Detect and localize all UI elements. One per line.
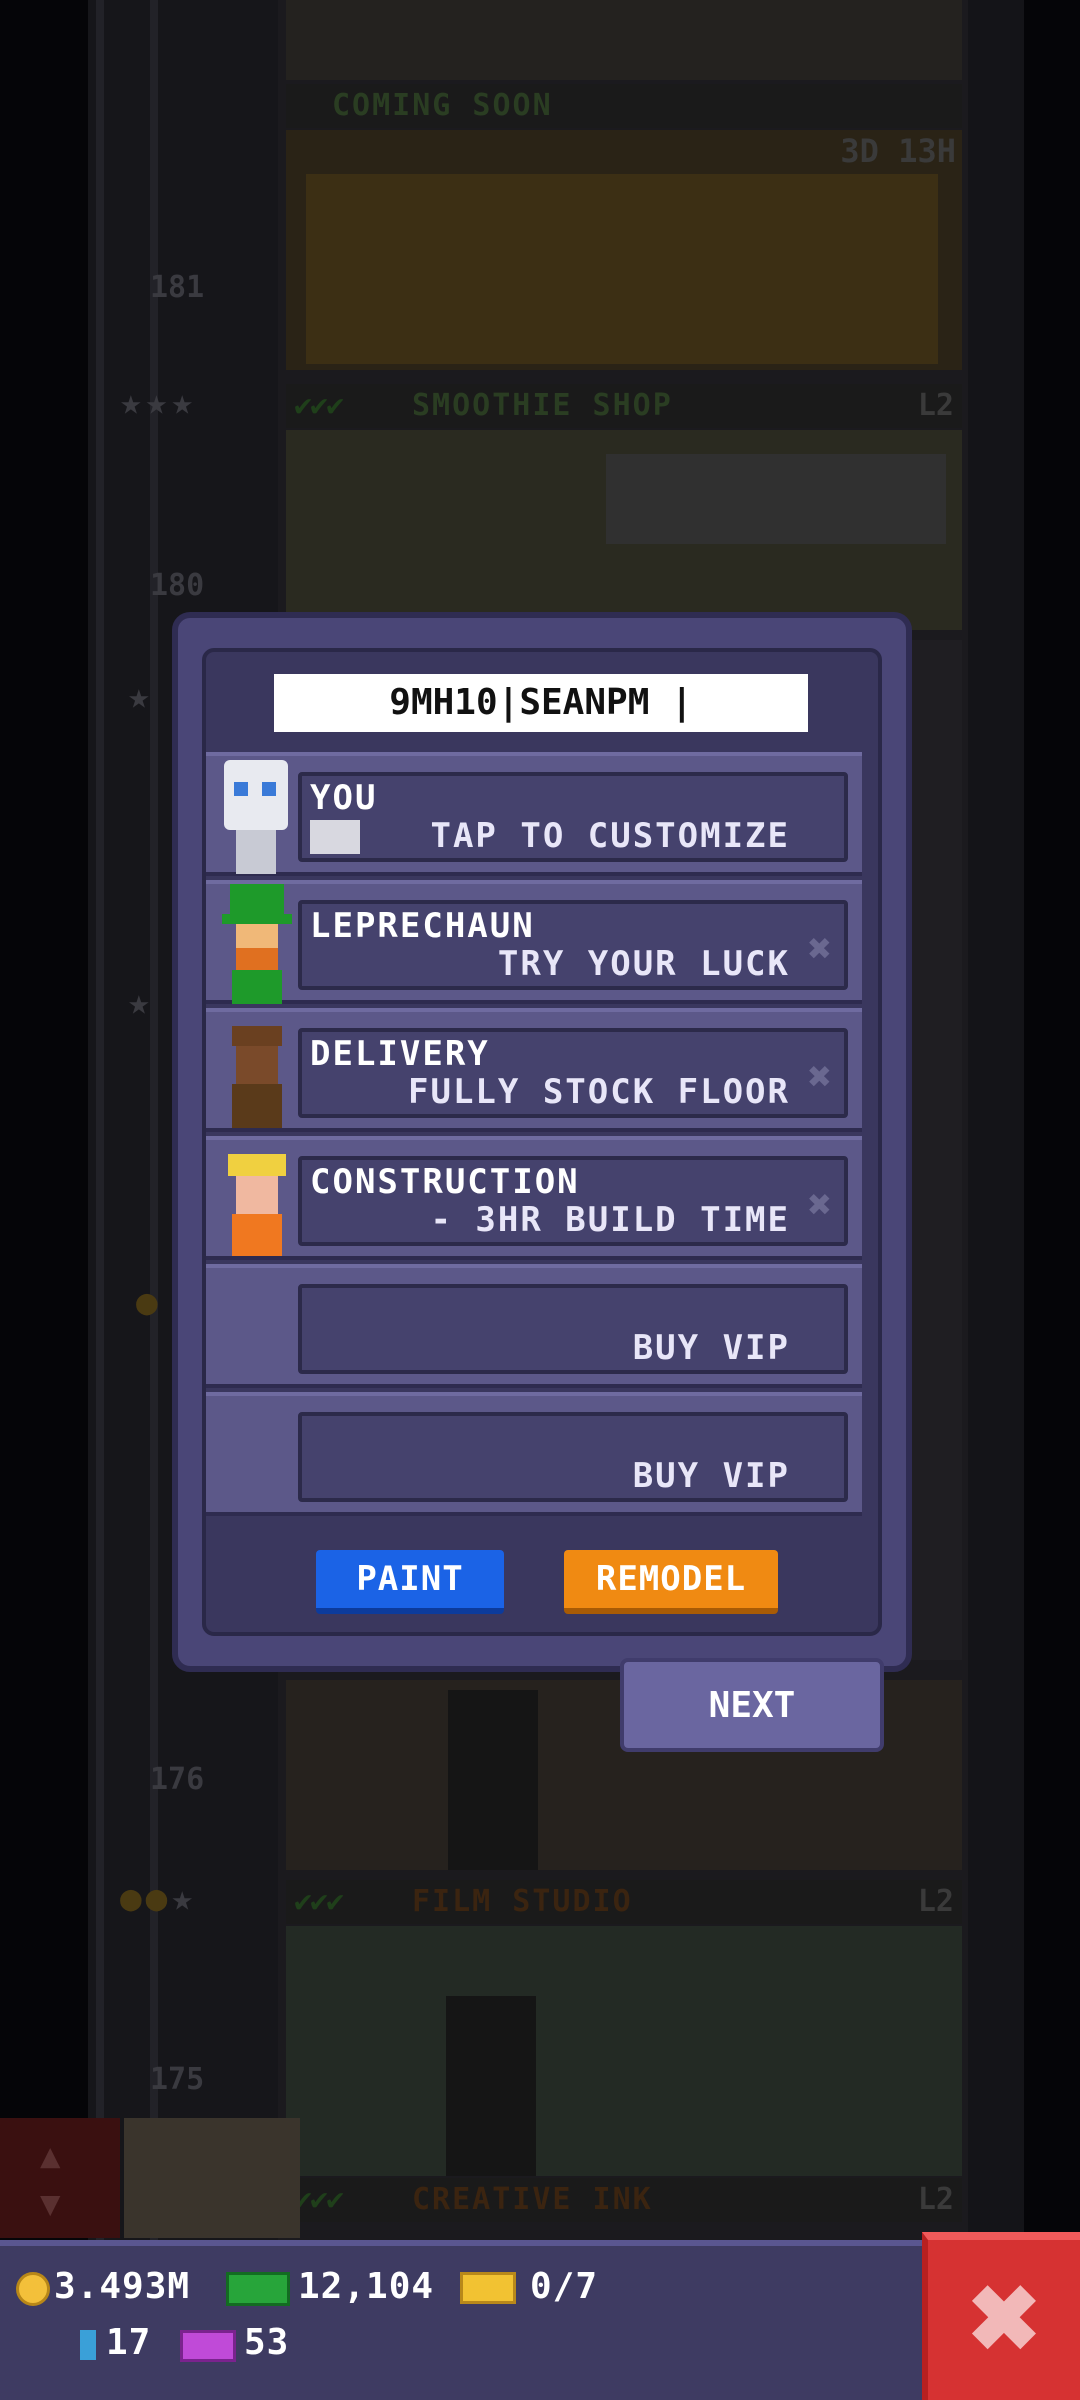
remove-icon[interactable]: ✖ — [808, 1054, 832, 1100]
bitizen-row-vip-slot[interactable]: BUY VIP — [206, 1264, 862, 1388]
floor-sign-coming-soon: COMING SOON — [286, 84, 962, 128]
bux-count: 12,104 — [298, 2266, 435, 2307]
close-button[interactable]: ✖ — [922, 2232, 1080, 2400]
check-icons: ✔✔✔ — [294, 1884, 344, 1919]
bitizen-subtitle: TAP TO CUSTOMIZE — [430, 816, 790, 856]
buy-vip-label: BUY VIP — [632, 1328, 790, 1368]
bitizen-title: DELIVERY — [310, 1034, 490, 1074]
floor-name: FILM STUDIO — [412, 1884, 633, 1919]
bitizen-card: CONSTRUCTION - 3HR BUILD TIME ✖ — [298, 1156, 848, 1246]
floor-name: COMING SOON — [332, 88, 553, 123]
check-icons: ✔✔✔ — [294, 388, 344, 423]
bitizen-card: BUY VIP — [298, 1412, 848, 1502]
bux-icon — [226, 2272, 290, 2306]
floor-number: 181 — [150, 270, 205, 305]
bitizen-row-you[interactable]: YOU TAP TO CUSTOMIZE — [206, 752, 862, 876]
construction-avatar-icon — [210, 1140, 298, 1264]
floor-stars: ★★★ — [120, 382, 198, 423]
door — [448, 1690, 538, 1870]
bitizen-card: BUY VIP — [298, 1284, 848, 1374]
keys-count: 17 — [106, 2322, 152, 2363]
floor-stars: ★ — [128, 676, 154, 717]
floor-number: 180 — [150, 568, 205, 603]
floor-sign-smoothie-shop: ✔✔✔ SMOOTHIE SHOP L2 — [286, 384, 962, 428]
paint-button[interactable]: PAINT — [316, 1550, 504, 1614]
next-button[interactable]: NEXT — [620, 1658, 884, 1752]
floor-175[interactable] — [286, 1926, 962, 2176]
cat-pet-icon — [310, 820, 360, 854]
coins-count: 3.493M — [54, 2266, 191, 2307]
status-bar — [0, 2240, 1080, 2400]
close-icon: ✖ — [966, 2270, 1042, 2370]
bitizen-title: CONSTRUCTION — [310, 1162, 580, 1202]
remove-icon[interactable]: ✖ — [808, 1182, 832, 1228]
up-arrow-icon: ▲ — [40, 2136, 61, 2176]
check-icons: ✔✔✔ — [294, 2182, 344, 2217]
delivery-avatar-icon — [210, 1012, 298, 1136]
floor-stars: ★ — [128, 982, 154, 1023]
leprechaun-avatar-icon — [210, 884, 298, 1008]
bitizen-row-delivery[interactable]: DELIVERY FULLY STOCK FLOOR ✖ — [206, 1008, 862, 1132]
floor-stars: ● — [136, 1282, 162, 1323]
elevator-button[interactable]: ▲ ▼ — [0, 2118, 120, 2238]
down-arrow-icon: ▼ — [40, 2184, 61, 2224]
door — [446, 1996, 536, 2176]
tower-edge — [968, 0, 1024, 2240]
floor-number: 175 — [150, 2062, 205, 2097]
bitizen-row-construction[interactable]: CONSTRUCTION - 3HR BUILD TIME ✖ — [206, 1136, 862, 1260]
floor-name: SMOOTHIE SHOP — [412, 388, 673, 423]
remove-icon[interactable]: ✖ — [808, 926, 832, 972]
bitizen-row-vip-slot[interactable]: BUY VIP — [206, 1392, 862, 1516]
coin-icon — [16, 2272, 50, 2306]
key-icon — [80, 2330, 96, 2360]
shaft-rail — [96, 0, 104, 2240]
bitizen-title: YOU — [310, 778, 378, 818]
remodel-button[interactable]: REMODEL — [564, 1550, 778, 1614]
bitizen-subtitle: FULLY STOCK FLOOR — [408, 1072, 790, 1112]
bitizen-card: LEPRECHAUN TRY YOUR LUCK ✖ — [298, 900, 848, 990]
tickets-count: 0/7 — [530, 2266, 599, 2307]
menu-board — [606, 454, 946, 544]
ticket-icon — [460, 2272, 516, 2304]
floor-sign-film-studio: ✔✔✔ FILM STUDIO L2 — [286, 1880, 962, 1924]
vip-icon — [180, 2330, 236, 2362]
bitizen-subtitle: TRY YOUR LUCK — [497, 944, 790, 984]
floor-top-partial[interactable] — [286, 0, 962, 80]
floor-level: L2 — [917, 1884, 954, 1919]
bitizen-subtitle: - 3HR BUILD TIME — [430, 1200, 790, 1240]
floor-sign-creative-ink: ✔✔✔ CREATIVE INK L2 — [286, 2178, 962, 2222]
floor-stars: ●●★ — [120, 1878, 198, 1919]
bitizen-title: LEPRECHAUN — [310, 906, 535, 946]
floor-name-input[interactable] — [274, 674, 808, 732]
bitizen-row-leprechaun[interactable]: LEPRECHAUN TRY YOUR LUCK ✖ — [206, 880, 862, 1004]
floor-level: L2 — [917, 2182, 954, 2217]
vip-count: 53 — [244, 2322, 290, 2363]
bitizen-card: DELIVERY FULLY STOCK FLOOR ✖ — [298, 1028, 848, 1118]
floor-action-button[interactable] — [124, 2118, 300, 2238]
floor-level: L2 — [917, 388, 954, 423]
floor-name: CREATIVE INK — [412, 2182, 653, 2217]
floor-smoothie-shop[interactable] — [286, 430, 962, 630]
floor-number: 176 — [150, 1762, 205, 1797]
construction-tarp — [306, 174, 938, 364]
robot-avatar-icon — [210, 756, 298, 880]
bitizen-card: YOU TAP TO CUSTOMIZE — [298, 772, 848, 862]
status-bar-border — [0, 2240, 1080, 2246]
buy-vip-label: BUY VIP — [632, 1456, 790, 1496]
construction-timer: 3D 13H — [840, 132, 956, 170]
